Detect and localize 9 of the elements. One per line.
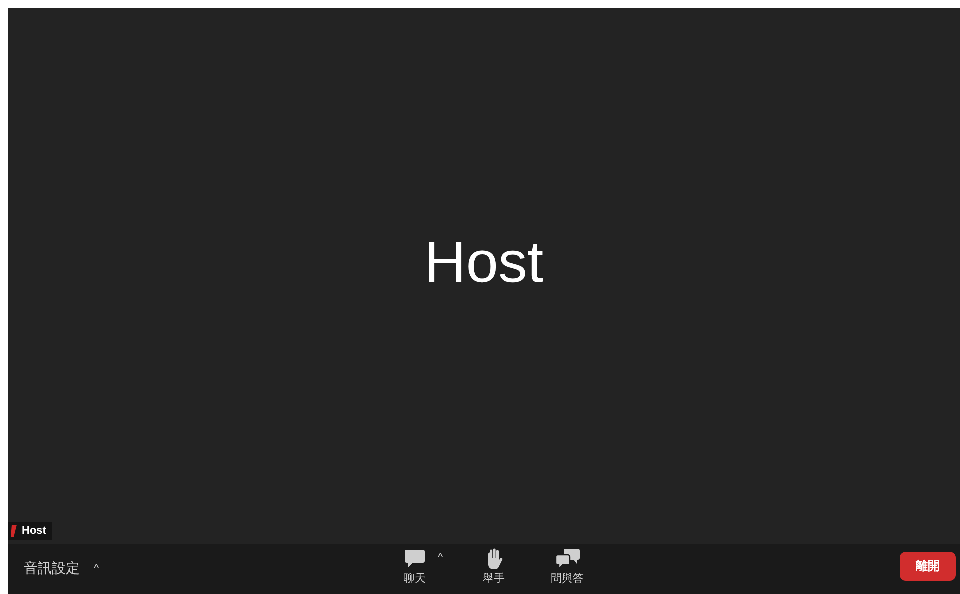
qa-button[interactable]: 問與答 xyxy=(545,546,590,588)
chat-button[interactable]: 聊天 xyxy=(398,546,432,588)
raise-hand-button[interactable]: 舉手 xyxy=(477,546,512,588)
chat-icon xyxy=(404,549,426,569)
leave-button[interactable]: 離開 xyxy=(900,552,956,581)
audio-settings-button[interactable]: 音訊設定 xyxy=(24,560,80,578)
speech-bubbles-icon xyxy=(554,548,581,570)
participant-name: Host xyxy=(424,228,544,296)
name-tag-label: Host xyxy=(22,525,46,537)
